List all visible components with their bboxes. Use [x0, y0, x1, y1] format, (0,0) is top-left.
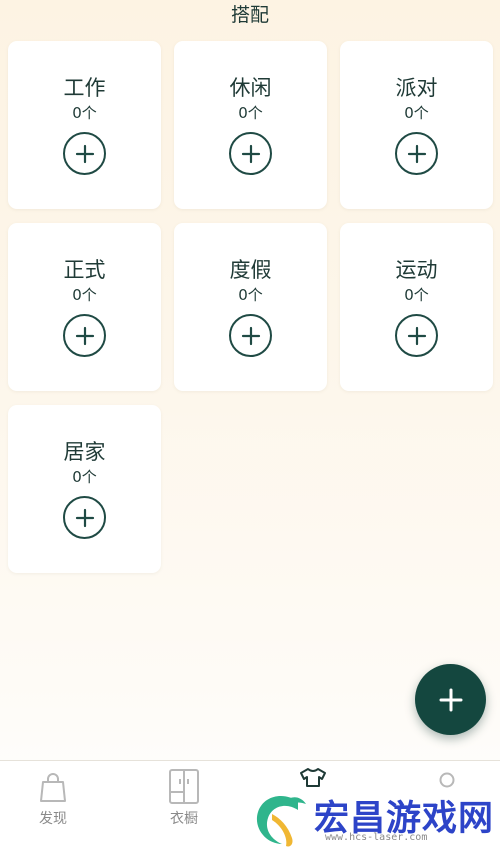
wardrobe-icon	[169, 769, 199, 804]
category-count: 0个	[72, 468, 97, 486]
category-count: 0个	[404, 104, 429, 122]
category-name: 正式	[63, 258, 106, 282]
category-name: 居家	[63, 440, 106, 464]
category-count: 0个	[72, 104, 97, 122]
category-name: 派对	[395, 76, 438, 100]
add-outfit-button[interactable]	[63, 132, 106, 175]
category-card-party[interactable]: 派对 0个	[340, 41, 493, 209]
shopping-bag-icon	[40, 773, 66, 802]
category-count: 0个	[238, 104, 263, 122]
plus-icon	[75, 508, 94, 527]
add-category-fab[interactable]	[415, 664, 486, 735]
watermark-url: www.hcs-laser.com	[325, 832, 428, 843]
plus-icon	[75, 326, 94, 345]
shirt-icon	[300, 768, 326, 787]
category-name: 工作	[63, 76, 106, 100]
page-title: 搭配	[230, 4, 269, 26]
plus-icon	[241, 144, 260, 163]
page-header: 搭配	[0, 0, 500, 36]
category-grid: 工作 0个 休闲 0个 派对 0个 正式 0个 度假 0个 运动 0个 居家 0…	[8, 41, 494, 573]
plus-icon	[407, 326, 426, 345]
add-outfit-button[interactable]	[395, 314, 438, 357]
tab-discover[interactable]: 发现	[3, 761, 103, 831]
tab-label: 发现	[39, 811, 67, 827]
tab-label: 衣橱	[170, 811, 198, 827]
dragon-logo-icon	[256, 795, 306, 847]
category-card-home[interactable]: 居家 0个	[8, 405, 161, 573]
category-count: 0个	[404, 286, 429, 304]
add-outfit-button[interactable]	[229, 132, 272, 175]
category-card-work[interactable]: 工作 0个	[8, 41, 161, 209]
add-outfit-button[interactable]	[63, 314, 106, 357]
add-outfit-button[interactable]	[395, 132, 438, 175]
add-outfit-button[interactable]	[63, 496, 106, 539]
plus-icon	[241, 326, 260, 345]
category-card-vacation[interactable]: 度假 0个	[174, 223, 327, 391]
category-card-sport[interactable]: 运动 0个	[340, 223, 493, 391]
plus-icon	[75, 144, 94, 163]
site-watermark: 宏昌游戏网 www.hcs-laser.com	[250, 785, 500, 852]
plus-icon	[439, 688, 462, 711]
category-name: 休闲	[229, 76, 272, 100]
tab-wardrobe[interactable]: 衣橱	[134, 761, 234, 831]
category-count: 0个	[238, 286, 263, 304]
category-card-casual[interactable]: 休闲 0个	[174, 41, 327, 209]
category-name: 运动	[395, 258, 438, 282]
category-name: 度假	[229, 258, 272, 282]
category-card-formal[interactable]: 正式 0个	[8, 223, 161, 391]
add-outfit-button[interactable]	[229, 314, 272, 357]
plus-icon	[407, 144, 426, 163]
category-count: 0个	[72, 286, 97, 304]
